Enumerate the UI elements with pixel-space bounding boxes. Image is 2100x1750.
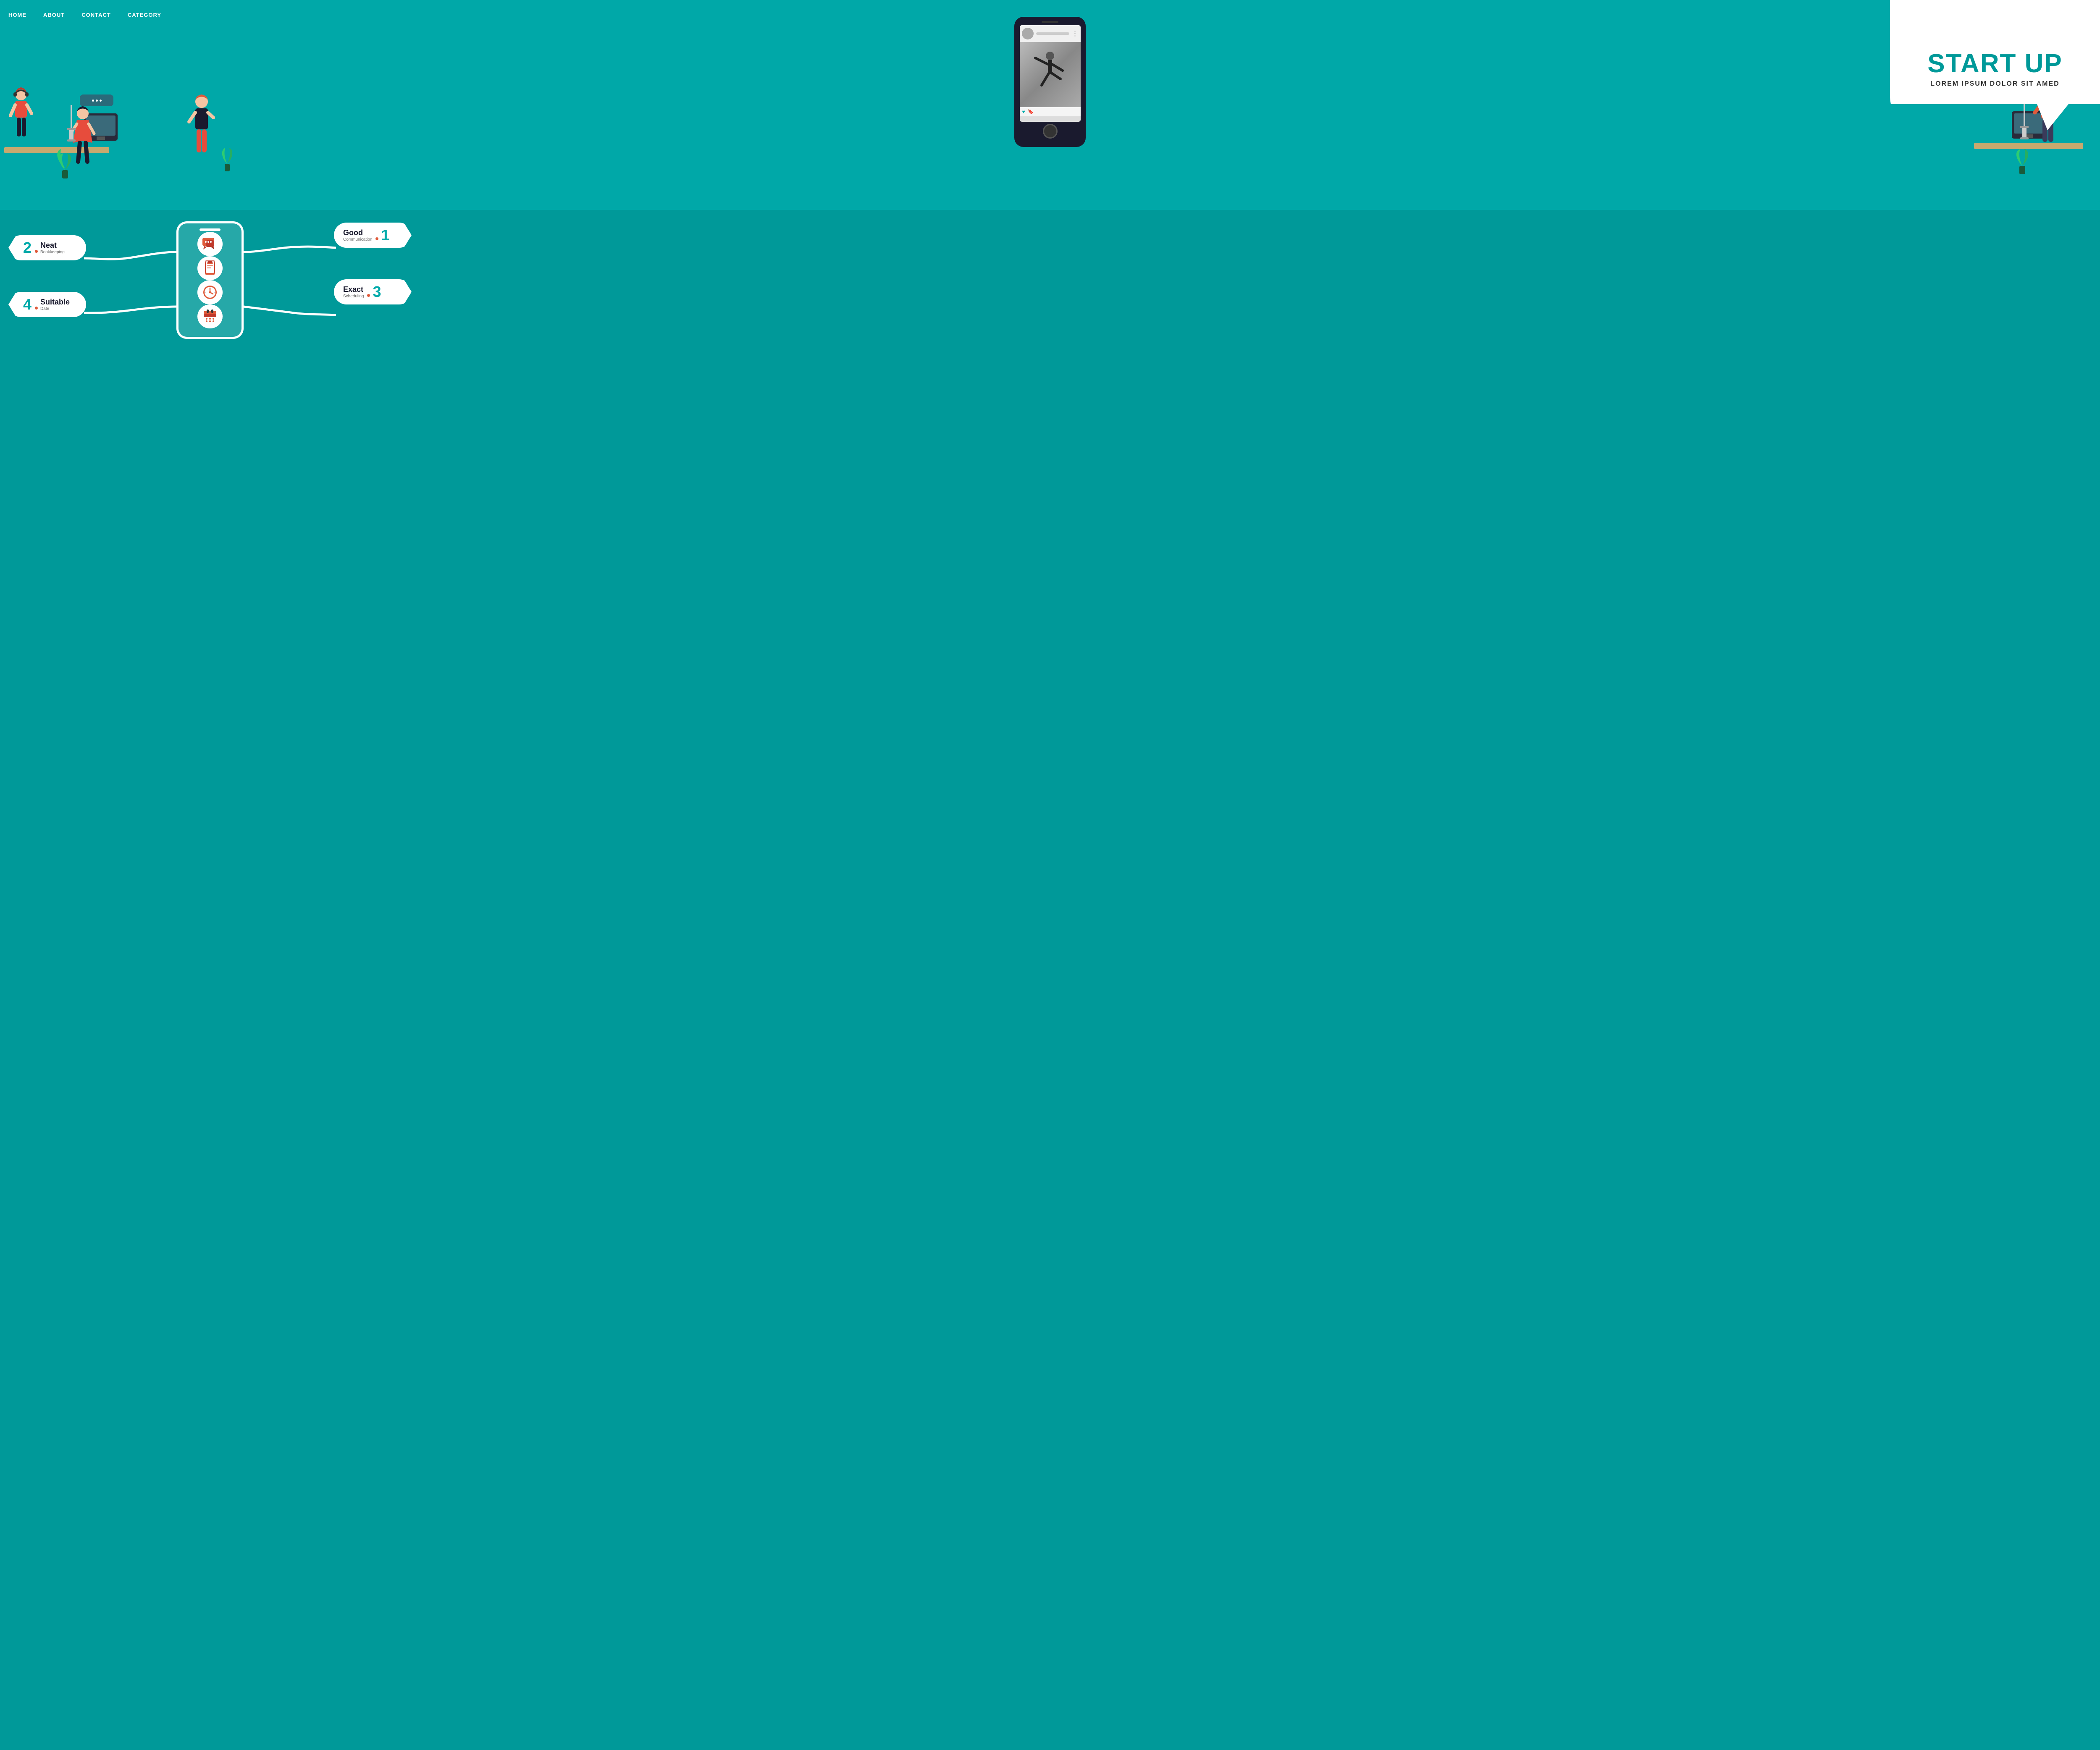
profile-avatar [1022, 28, 1034, 39]
arrow-box-good: Good Communication 1 [334, 223, 412, 248]
big-phone: ⋮ ♥ [1014, 17, 1086, 147]
center-phone [176, 221, 244, 339]
label-good: Good [343, 228, 372, 237]
dancer-figure [1033, 50, 1067, 100]
info-box-exact: Exact Scheduling 3 [334, 279, 412, 304]
label-scheduling: Scheduling [343, 294, 364, 299]
person-headphones [8, 84, 44, 153]
dot-1 [375, 237, 378, 240]
number-4: 4 [23, 297, 32, 312]
number-3: 3 [373, 284, 381, 299]
info-box-good: Good Communication 1 [334, 223, 412, 248]
icon-date [197, 304, 223, 329]
navigation: HOME ABOUT CONTACT CATEGORY [0, 0, 235, 29]
person-standing [185, 92, 218, 168]
label-suitable: Suitable [40, 298, 70, 307]
nav-contact[interactable]: CONTACT [81, 12, 111, 18]
label-neat: Neat [40, 241, 65, 250]
arrow-box-neat: 2 Neat Bookkeeping [8, 235, 86, 260]
microphone-left [65, 105, 78, 145]
label-date: Date [40, 307, 70, 311]
nav-category[interactable]: CATEGORY [128, 12, 161, 18]
dot-4 [35, 307, 38, 310]
nav-home[interactable]: HOME [8, 12, 26, 18]
icon-bookkeeping [197, 256, 223, 281]
label-exact: Exact [343, 285, 364, 294]
plant-right [2012, 143, 2033, 178]
icon-communication [197, 232, 223, 256]
number-2: 2 [23, 240, 32, 255]
hero-subtitle: LOREM IPSUM DOLOR SIT AMED [1930, 80, 2059, 88]
infographic-section: 2 Neat Bookkeeping 4 Suitable Date Good … [0, 210, 420, 350]
phone-speaker [1042, 21, 1058, 23]
phone-notch [200, 228, 220, 231]
icon-scheduling [197, 280, 223, 304]
number-1: 1 [381, 228, 389, 243]
dot-2 [35, 250, 38, 253]
phone-content [1020, 42, 1081, 107]
arrow-box-exact: Exact Scheduling 3 [334, 279, 412, 304]
plant-left [55, 147, 76, 183]
info-box-neat: 2 Neat Bookkeeping [8, 235, 86, 260]
chat-bubble-left [80, 94, 113, 106]
phone-home-button [1043, 124, 1058, 139]
plant-center [218, 143, 237, 176]
label-communication: Communication [343, 237, 372, 242]
phone-screen: ⋮ ♥ [1020, 25, 1081, 122]
hero-title: START UP [1927, 51, 2062, 77]
nav-about[interactable]: ABOUT [43, 12, 65, 18]
hero-section: START UP LOREM IPSUM DOLOR SIT AMED ⋮ [0, 0, 2100, 210]
arrow-box-suitable: 4 Suitable Date [8, 292, 86, 317]
microphone-right [2018, 103, 2031, 143]
label-bookkeeping: Bookkeeping [40, 250, 65, 254]
profile-name [1036, 32, 1069, 35]
info-box-suitable: 4 Suitable Date [8, 292, 86, 317]
dot-3 [367, 294, 370, 297]
